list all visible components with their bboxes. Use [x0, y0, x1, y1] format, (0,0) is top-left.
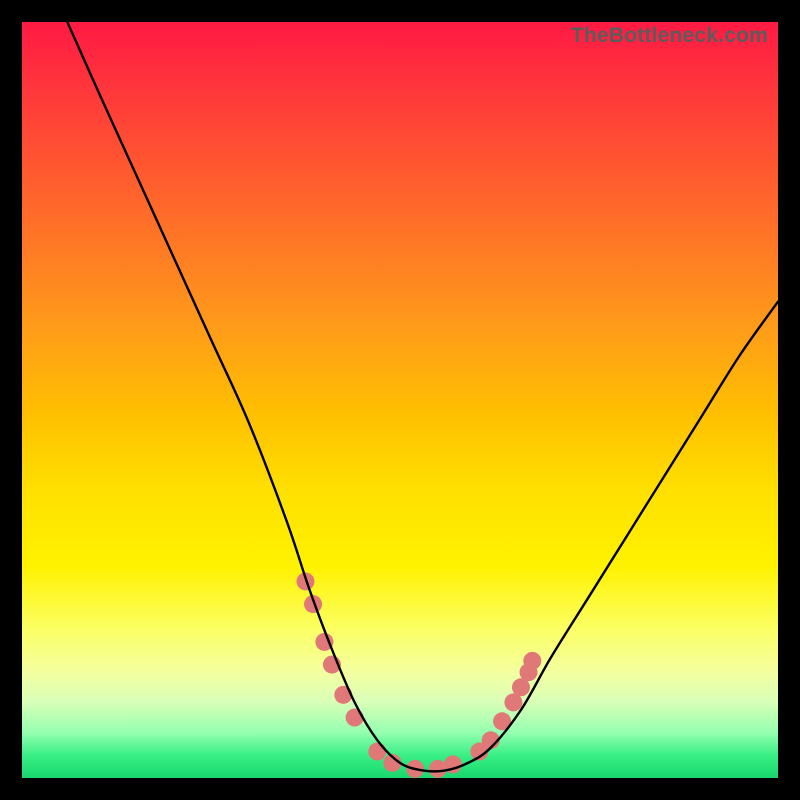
highlight-dot	[368, 743, 386, 761]
curve-layer	[22, 22, 778, 778]
bottleneck-curve	[67, 22, 778, 771]
highlight-dot	[346, 709, 364, 727]
highlight-dot	[523, 652, 541, 670]
chart-frame: TheBottleneck.com	[0, 0, 800, 800]
highlight-dots-group	[297, 572, 542, 777]
plot-area: TheBottleneck.com	[22, 22, 778, 778]
highlight-dot	[334, 686, 352, 704]
watermark-text: TheBottleneck.com	[571, 24, 768, 48]
